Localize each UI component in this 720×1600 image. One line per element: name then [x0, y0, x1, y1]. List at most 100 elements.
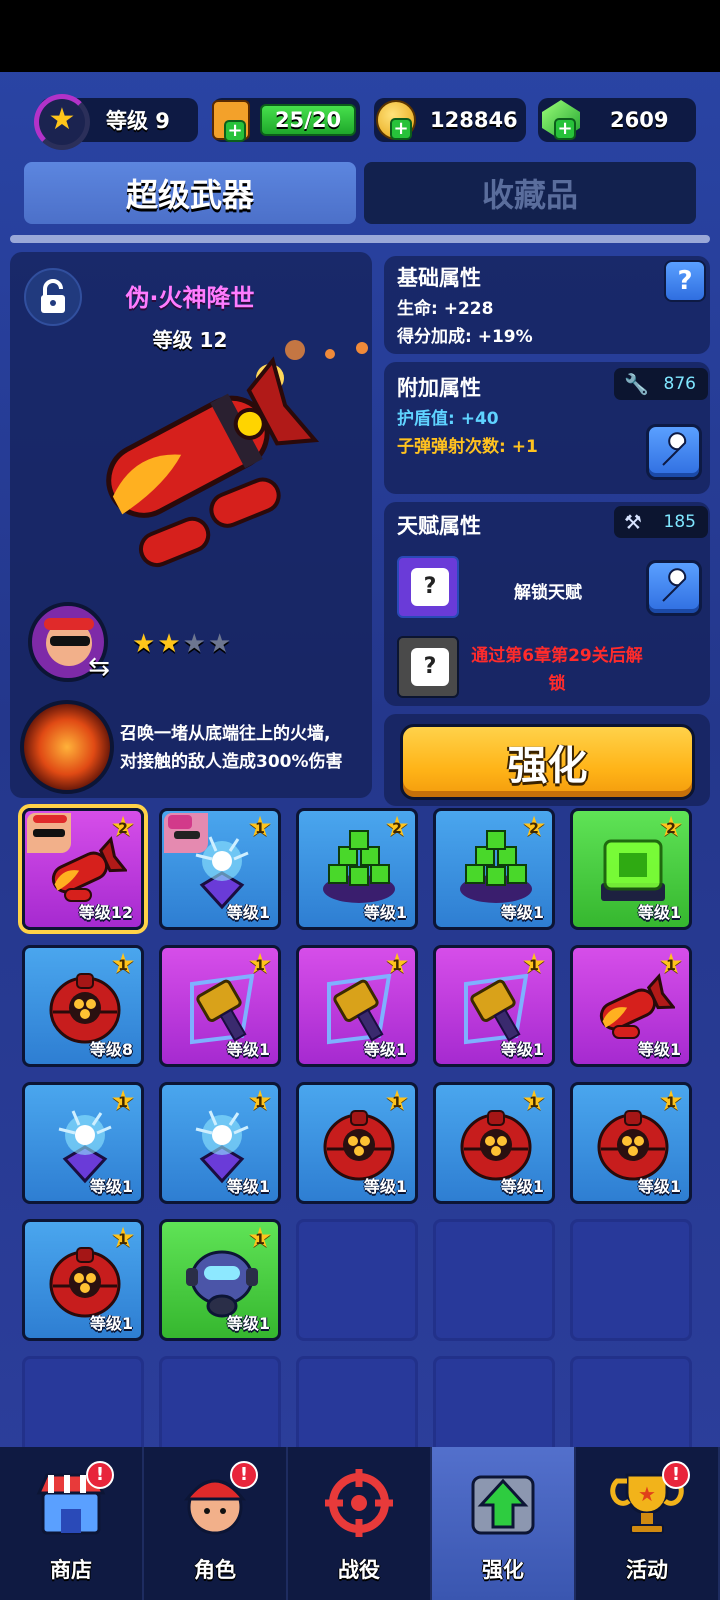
talent-attributes-title: 天赋属性 — [397, 514, 481, 538]
weapon-slot-hammer[interactable]: ★ 1 等级1 — [159, 945, 281, 1067]
slot-level-label: 等级1 — [89, 1177, 133, 1196]
weapon-slot-orb[interactable]: ★ 1 等级1 — [296, 1082, 418, 1204]
energy-value: 25/20 — [274, 108, 342, 132]
slot-level-label: 等级1 — [637, 1177, 681, 1196]
star-rank-badge: ★ 1 — [658, 1084, 684, 1117]
slot-level-label: 等级1 — [363, 1040, 407, 1059]
unlock-talent-button[interactable] — [646, 560, 702, 616]
extra-attr-bounce: 子弹弹射次数: +1 — [397, 437, 538, 457]
unlock-talent-label: 解锁天赋 — [514, 583, 582, 603]
nav-label: 强化 — [482, 1558, 524, 1582]
extra-attr-cost-value: 876 — [663, 374, 696, 394]
basic-attributes-title: 基础属性 — [397, 266, 481, 290]
add-gold-button[interactable]: + — [390, 118, 412, 140]
nav-tab-upgrade[interactable]: 强化 — [432, 1447, 576, 1600]
weapon-slot-orb[interactable]: ★ 1 等级8 — [22, 945, 144, 1067]
star-rank-badge: ★ 2 — [110, 810, 136, 843]
svg-text:★: ★ — [638, 1482, 656, 1506]
slot-level-label: 等级8 — [89, 1040, 133, 1059]
hero-sunglasses — [50, 636, 90, 646]
weapon-name: 伪·火神降世 — [125, 284, 255, 312]
weapon-slot-hammer[interactable]: ★ 1 等级1 — [296, 945, 418, 1067]
weapon-slot-orb[interactable]: ★ 1 等级1 — [22, 1219, 144, 1341]
gems-value: 2609 — [610, 108, 669, 132]
star-rank-badge: ★ 1 — [110, 1221, 136, 1254]
star-rank-badge: ★ 1 — [247, 1221, 273, 1254]
empty-slot — [570, 1219, 692, 1341]
weapon-slot-hammer[interactable]: ★ 1 等级1 — [433, 945, 555, 1067]
extra-attr-cost: 🔧 876 — [614, 368, 708, 400]
weapon-slot-rocket[interactable]: ★ 2 等级12 — [22, 808, 144, 930]
hero-avatar — [27, 813, 71, 853]
tab-divider — [10, 235, 710, 243]
star-rank-badge: ★ 2 — [521, 810, 547, 843]
talent-locked-line1: 通过第6章第29关后解 — [471, 646, 643, 666]
slot-level-label: 等级1 — [637, 1040, 681, 1059]
enhance-button[interactable]: 强化 — [400, 724, 695, 800]
alert-badge: ! — [230, 1461, 258, 1489]
nav-tab-crosshair[interactable]: 战役 — [288, 1447, 432, 1600]
skill-fire-wall-icon[interactable] — [20, 700, 114, 794]
extra-attributes-title: 附加属性 — [397, 376, 481, 400]
dice-icon: ? — [411, 568, 449, 606]
nav-tab-trophy[interactable]: ★ 活动! — [576, 1447, 720, 1600]
hammer-small-icon: ⚒ — [624, 510, 642, 534]
slot-level-label: 等级1 — [363, 903, 407, 922]
weapon-slot-crystal[interactable]: ★ 1 等级1 — [159, 808, 281, 930]
nav-tab-shop[interactable]: 商店! — [0, 1447, 144, 1600]
weapon-slot-drone[interactable]: ★ 1 等级1 — [159, 1219, 281, 1341]
star-rank-badge: ★ 1 — [521, 1084, 547, 1117]
skill-description: 召唤一堵从底端往上的火墙, 对接触的敌人造成300%伤害 — [120, 720, 343, 776]
weapon-slot-rocket[interactable]: ★ 1 等级1 — [570, 945, 692, 1067]
wrench-icon — [662, 568, 687, 602]
weapon-slot-crystal[interactable]: ★ 1 等级1 — [22, 1082, 144, 1204]
nav-label: 战役 — [338, 1558, 380, 1582]
star-filled-icon: ★ — [132, 629, 156, 659]
talent-attr-cost-value: 185 — [663, 512, 696, 532]
weapon-slot-orb[interactable]: ★ 1 等级1 — [570, 1082, 692, 1204]
weapon-slot-cubes[interactable]: ★ 2 等级1 — [433, 808, 555, 930]
nav-label: 角色 — [194, 1558, 236, 1582]
star-empty-icon: ★ — [207, 629, 232, 659]
nav-tab-character[interactable]: 角色! — [144, 1447, 288, 1600]
swap-icon[interactable]: ⇆ — [80, 650, 118, 684]
talent-locked-line2: 锁 — [548, 674, 566, 694]
slot-level-label: 等级1 — [89, 1314, 133, 1333]
add-gems-button[interactable]: + — [554, 118, 576, 140]
weapon-slot-crystal[interactable]: ★ 1 等级1 — [159, 1082, 281, 1204]
basic-attr-hp: 生命: +228 — [397, 299, 494, 319]
empty-slot — [433, 1219, 555, 1341]
skill-desc-line2: 对接触的敌人造成300%伤害 — [120, 752, 343, 772]
talent-dice-locked: ? — [397, 636, 459, 698]
star-rank-badge: ★ 1 — [384, 1084, 410, 1117]
dice-icon: ? — [411, 648, 449, 686]
slot-level-label: 等级12 — [78, 903, 133, 922]
weapon-slot-cubes[interactable]: ★ 2 等级1 — [296, 808, 418, 930]
alert-badge: ! — [662, 1461, 690, 1489]
add-energy-button[interactable]: + — [224, 120, 246, 142]
tab-collection[interactable]: 收藏品 — [364, 162, 696, 224]
lock-button[interactable] — [24, 268, 82, 326]
star-rank-badge: ★ 2 — [384, 810, 410, 843]
weapon-rocket-image — [106, 340, 368, 568]
slot-level-label: 等级1 — [226, 1177, 270, 1196]
slot-level-label: 等级1 — [363, 1177, 407, 1196]
tab-super-weapon[interactable]: 超级武器 — [24, 162, 356, 224]
star-rank-badge: ★ 1 — [247, 947, 273, 980]
hero-avatar — [164, 813, 208, 853]
talent-locked-text: 通过第6章第29关后解 锁 — [462, 642, 652, 698]
wrench-icon — [662, 432, 687, 466]
alert-badge: ! — [86, 1461, 114, 1489]
reroll-extra-button[interactable] — [646, 424, 702, 480]
help-button[interactable]: ? — [664, 260, 706, 302]
upgrade-icon — [463, 1463, 543, 1543]
gold-value: 128846 — [430, 108, 518, 132]
star-rank-badge: ★ 1 — [110, 947, 136, 980]
slot-level-label: 等级1 — [500, 1040, 544, 1059]
weapon-slot-orb[interactable]: ★ 1 等级1 — [433, 1082, 555, 1204]
talent-dice-purple: ? — [397, 556, 459, 618]
extra-attr-shield: 护盾值: +40 — [397, 409, 499, 429]
slot-level-label: 等级1 — [226, 1040, 270, 1059]
hero-headband — [44, 618, 94, 630]
weapon-slot-cube[interactable]: ★ 2 等级1 — [570, 808, 692, 930]
